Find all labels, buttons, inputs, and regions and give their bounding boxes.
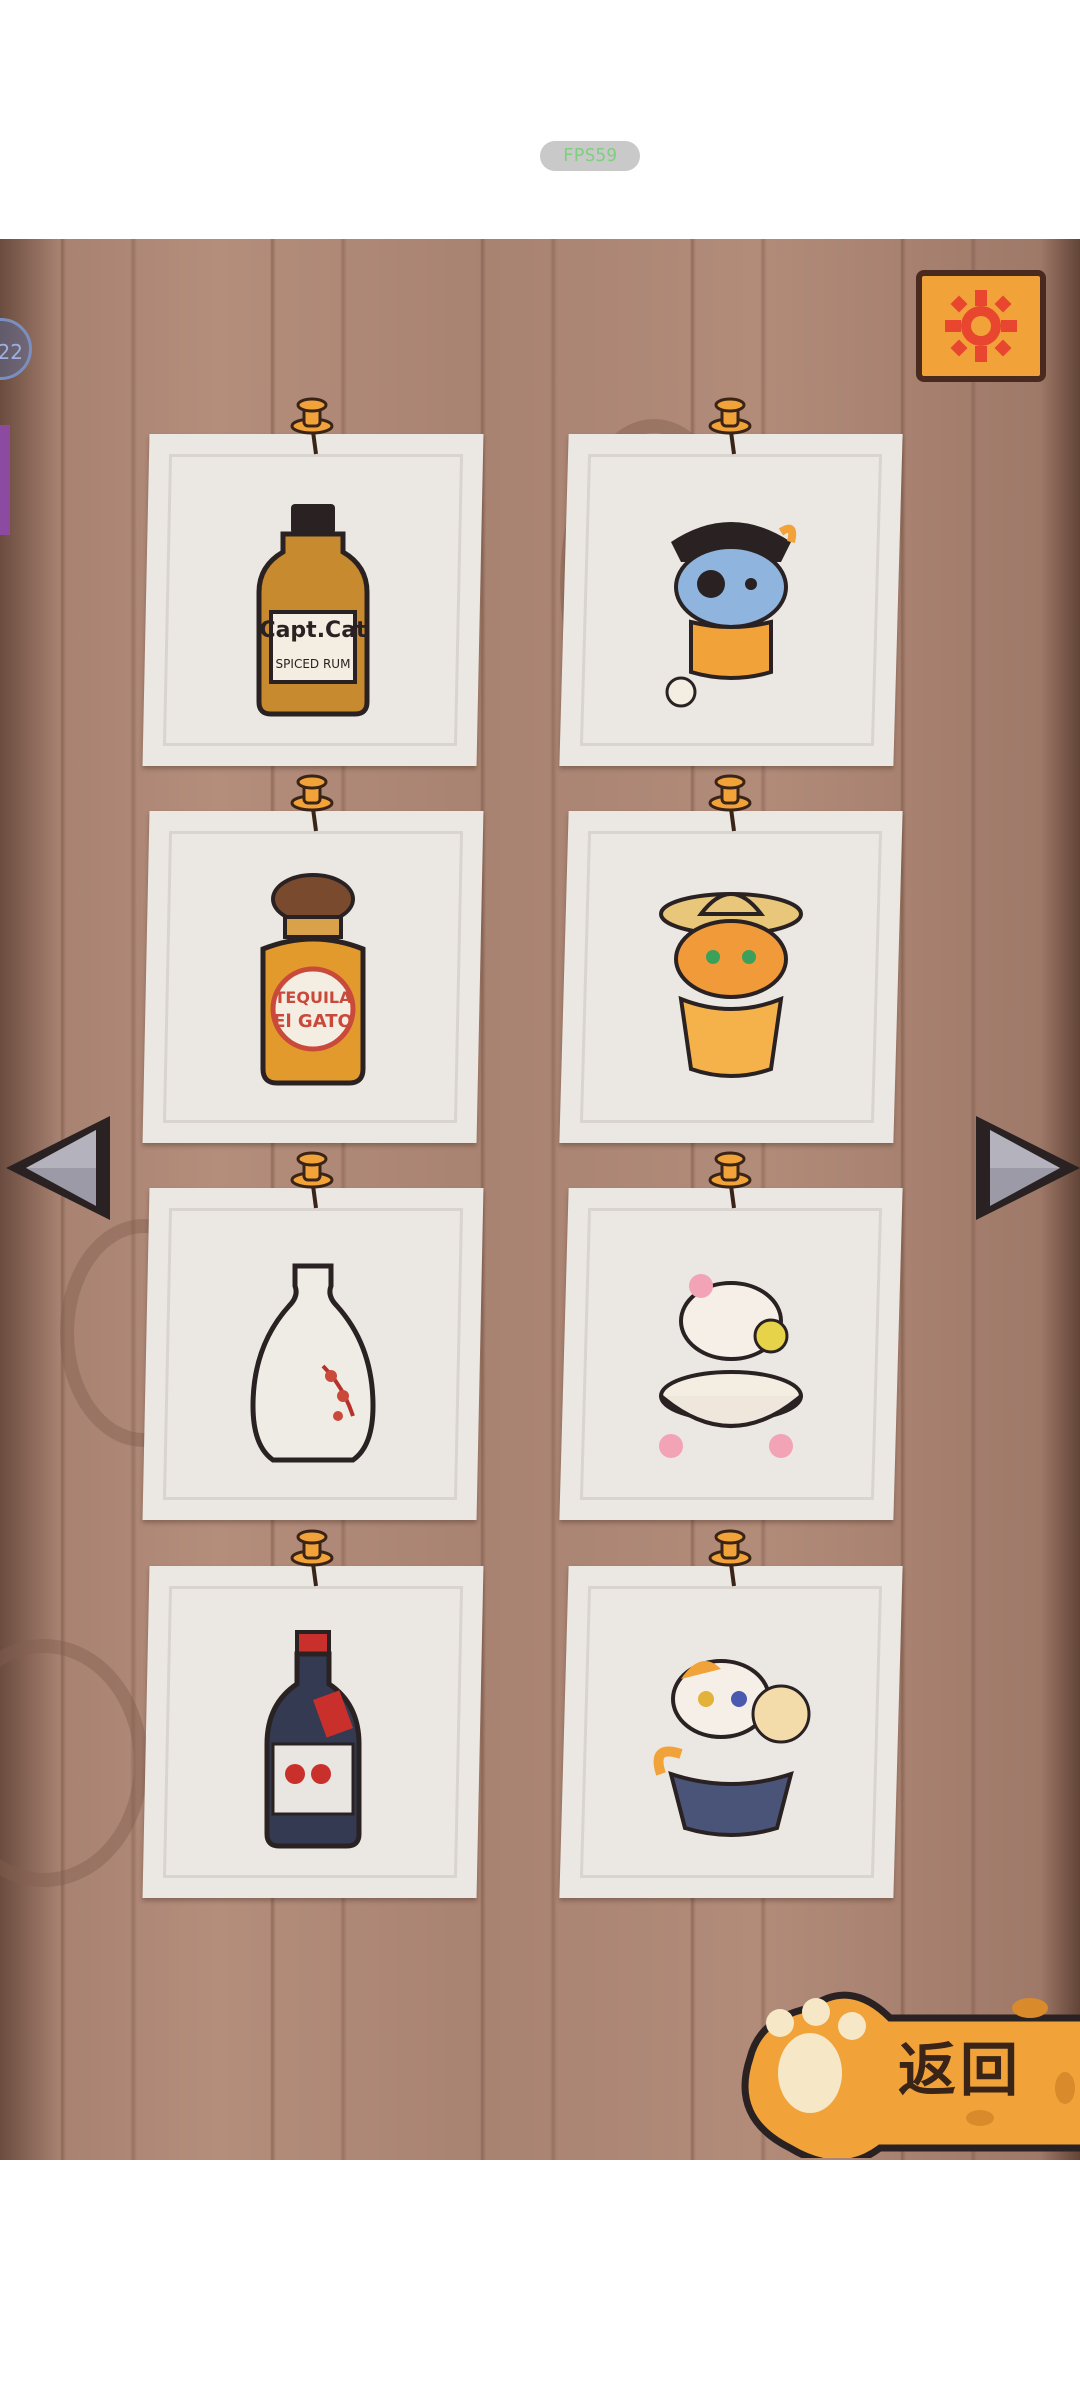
pushpin-icon: [708, 1151, 752, 1209]
side-edge-tab[interactable]: [0, 425, 10, 535]
fps-counter: FPS59: [540, 141, 640, 171]
pushpin-icon: [290, 1151, 334, 1209]
tequila-bottle-icon: TEQUILA El GATO: [260, 872, 366, 1086]
rum-label-subtext: SPICED RUM: [276, 657, 351, 671]
pirate-cat-icon: [665, 521, 797, 708]
sake-vase-icon: [250, 1263, 376, 1463]
gear-icon: [945, 290, 1017, 362]
soju-bottle-icon: [264, 1629, 362, 1849]
pushpin-icon: [290, 397, 334, 455]
calico-cat-icon: [653, 1658, 811, 1837]
next-page-button[interactable]: [966, 1108, 1080, 1228]
collection-card-pirate-cat[interactable]: [559, 397, 903, 766]
sombrero-cat-icon: [659, 891, 803, 1078]
prev-page-button[interactable]: [0, 1108, 120, 1228]
settings-button[interactable]: [916, 270, 1046, 382]
pushpin-icon: [290, 1529, 334, 1587]
collection-card-soju-bottle[interactable]: [142, 1529, 484, 1898]
blossom-cat-icon: [659, 1273, 803, 1458]
tequila-label-text: TEQUILA: [275, 988, 353, 1007]
collection-card-tequila-bottle[interactable]: TEQUILA El GATO: [142, 774, 484, 1143]
rum-label-text: Capt.Cat: [259, 618, 367, 643]
pushpin-icon: [708, 774, 752, 832]
collection-card-sombrero-cat[interactable]: [559, 774, 903, 1143]
collection-card-sake-vase[interactable]: [142, 1151, 484, 1520]
collection-card-blossom-cat[interactable]: [559, 1151, 903, 1520]
collection-card-capt-cat-bottle[interactable]: Capt.Cat SPICED RUM: [142, 397, 484, 766]
wood-knot-decoration: [0, 1639, 148, 1887]
collection-card-calico-cat[interactable]: [559, 1529, 903, 1898]
back-button-label: 返回: [898, 2036, 1023, 2104]
pushpin-icon: [708, 397, 752, 455]
tequila-label-subtext: El GATO: [273, 1011, 353, 1032]
pushpin-icon: [708, 1529, 752, 1587]
pushpin-icon: [290, 774, 334, 832]
rum-bottle-icon: Capt.Cat SPICED RUM: [256, 503, 370, 717]
